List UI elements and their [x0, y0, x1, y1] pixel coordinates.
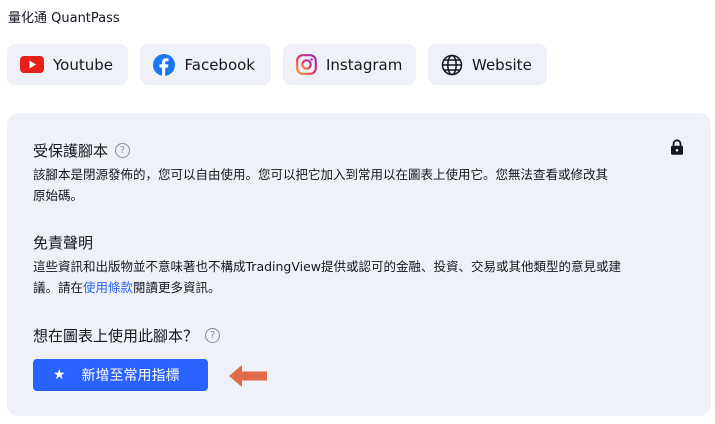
facebook-label: Facebook	[184, 55, 255, 74]
author-name[interactable]: 量化通 QuantPass	[8, 7, 120, 26]
use-script-heading: 想在圖表上使用此腳本？ ?	[33, 325, 221, 346]
protected-title: 受保護腳本	[33, 142, 109, 160]
youtube-label: Youtube	[53, 55, 113, 74]
help-icon[interactable]: ?	[205, 328, 221, 343]
disclaimer-line-2-start: 議。請在	[33, 280, 84, 295]
disclaimer-heading: 免責聲明	[33, 232, 93, 253]
protected-script-heading: 受保護腳本 ?	[33, 140, 131, 161]
protected-line-1: 該腳本是閉源發佈的，您可以自由使用。您可以把它加入到常用以在圖表上使用它。您無法…	[33, 167, 609, 182]
disclaimer-line-2-end: 閱讀更多資訊。	[133, 280, 221, 295]
youtube-icon	[20, 53, 44, 77]
globe-icon	[441, 53, 463, 77]
facebook-button[interactable]: Facebook	[140, 44, 271, 85]
website-label: Website	[472, 55, 532, 74]
disclaimer-line-1: 這些資訊和出版物並不意味著也不構成TradingView提供或認可的金融、投資、…	[33, 259, 622, 274]
disclaimer-title: 免責聲明	[33, 234, 94, 252]
terms-of-use-link[interactable]: 使用條款	[83, 280, 133, 295]
help-icon[interactable]: ?	[115, 143, 131, 158]
arrow-left-icon	[229, 365, 267, 387]
lock-icon	[671, 139, 683, 155]
youtube-button[interactable]: Youtube	[7, 44, 128, 85]
disclaimer-line-2: 議。請在使用條款閱讀更多資訊。	[33, 277, 683, 298]
star-icon: ★	[53, 367, 66, 383]
instagram-icon	[296, 53, 317, 77]
script-info-card: 受保護腳本 ? 該腳本是閉源發佈的，您可以自由使用。您可以把它加入到常用以在圖表…	[7, 113, 711, 416]
instagram-button[interactable]: Instagram	[283, 44, 416, 85]
disclaimer-description: 這些資訊和出版物並不意味著也不構成TradingView提供或認可的金融、投資、…	[33, 256, 683, 298]
facebook-icon	[153, 53, 176, 77]
add-button-label: 新增至常用指標	[81, 368, 180, 384]
protected-line-2: 原始碼。	[33, 188, 84, 203]
instagram-label: Instagram	[326, 55, 403, 74]
protected-description: 該腳本是閉源發佈的，您可以自由使用。您可以把它加入到常用以在圖表上使用它。您無法…	[33, 164, 683, 206]
use-script-prompt: 想在圖表上使用此腳本？	[33, 327, 199, 345]
social-links: Youtube Facebook Instagram Website	[7, 44, 547, 85]
add-to-favorites-button[interactable]: ★ 新增至常用指標	[33, 359, 208, 391]
website-button[interactable]: Website	[428, 44, 547, 85]
